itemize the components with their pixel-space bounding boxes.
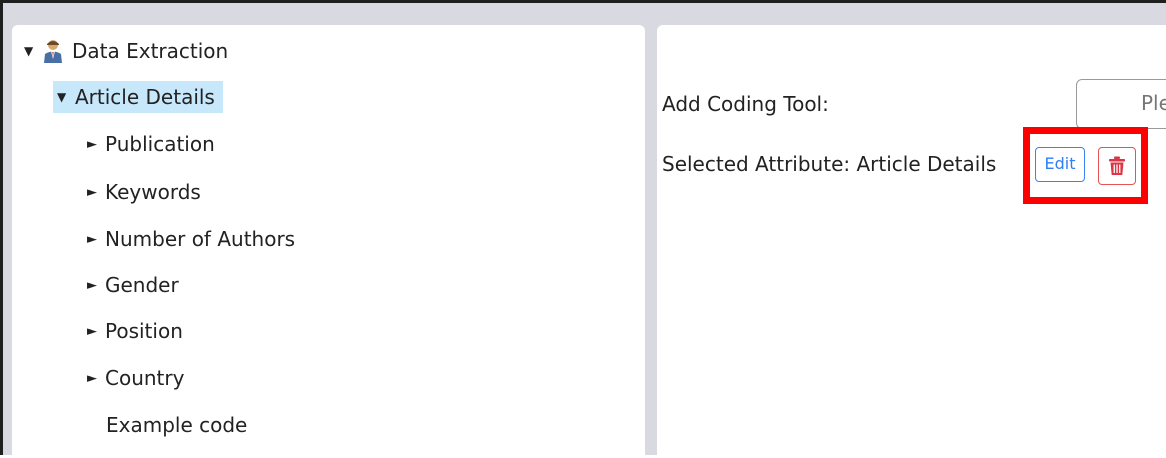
caret-down-icon[interactable]: ▼ <box>57 90 75 104</box>
coding-tool-placeholder: Ple <box>1141 91 1166 115</box>
tree-node-number-of-authors[interactable]: ► Number of Authors <box>87 222 295 256</box>
delete-button[interactable] <box>1098 147 1136 185</box>
tree-node-position[interactable]: ► Position <box>87 314 183 348</box>
caret-right-icon[interactable]: ► <box>87 185 105 200</box>
caret-right-icon[interactable]: ► <box>87 324 105 339</box>
tree-node-label: Example code <box>106 413 248 437</box>
tree-node-gender[interactable]: ► Gender <box>87 268 179 302</box>
tree-node-country[interactable]: ► Country <box>87 361 184 395</box>
edit-button[interactable]: Edit <box>1035 147 1085 182</box>
tree-node-label: Publication <box>105 132 215 156</box>
caret-right-icon[interactable]: ► <box>87 232 105 247</box>
tree-node-keywords[interactable]: ► Keywords <box>87 175 201 209</box>
trash-icon <box>1109 156 1125 175</box>
add-coding-tool-label: Add Coding Tool: <box>662 92 829 116</box>
tree-node-label: Data Extraction <box>72 39 229 63</box>
tree-node-label: Number of Authors <box>105 227 296 251</box>
selected-node-highlight[interactable]: ▼ Article Details <box>53 81 223 113</box>
tree-node-label: Keywords <box>105 180 201 204</box>
tree-node-label: Country <box>105 366 185 390</box>
tree-node-label: Article Details <box>75 85 215 109</box>
caret-down-icon[interactable]: ▼ <box>24 44 42 58</box>
selected-attribute-label: Selected Attribute: Article Details <box>662 152 997 176</box>
caret-right-icon[interactable]: ► <box>87 371 105 386</box>
tree-node-example-code[interactable]: Example code <box>106 408 247 442</box>
caret-right-icon[interactable]: ► <box>87 278 105 293</box>
tree-node-label: Gender <box>105 273 179 297</box>
person-icon <box>44 40 62 63</box>
tree-node-label: Position <box>105 319 183 343</box>
coding-tool-select[interactable]: Ple <box>1076 79 1166 129</box>
caret-right-icon[interactable]: ► <box>87 137 105 152</box>
tree-node-data-extraction[interactable]: ▼ Data Extraction <box>24 34 228 68</box>
tree-node-publication[interactable]: ► Publication <box>87 127 215 161</box>
tree-node-article-details[interactable]: ▼ Article Details <box>53 80 223 114</box>
